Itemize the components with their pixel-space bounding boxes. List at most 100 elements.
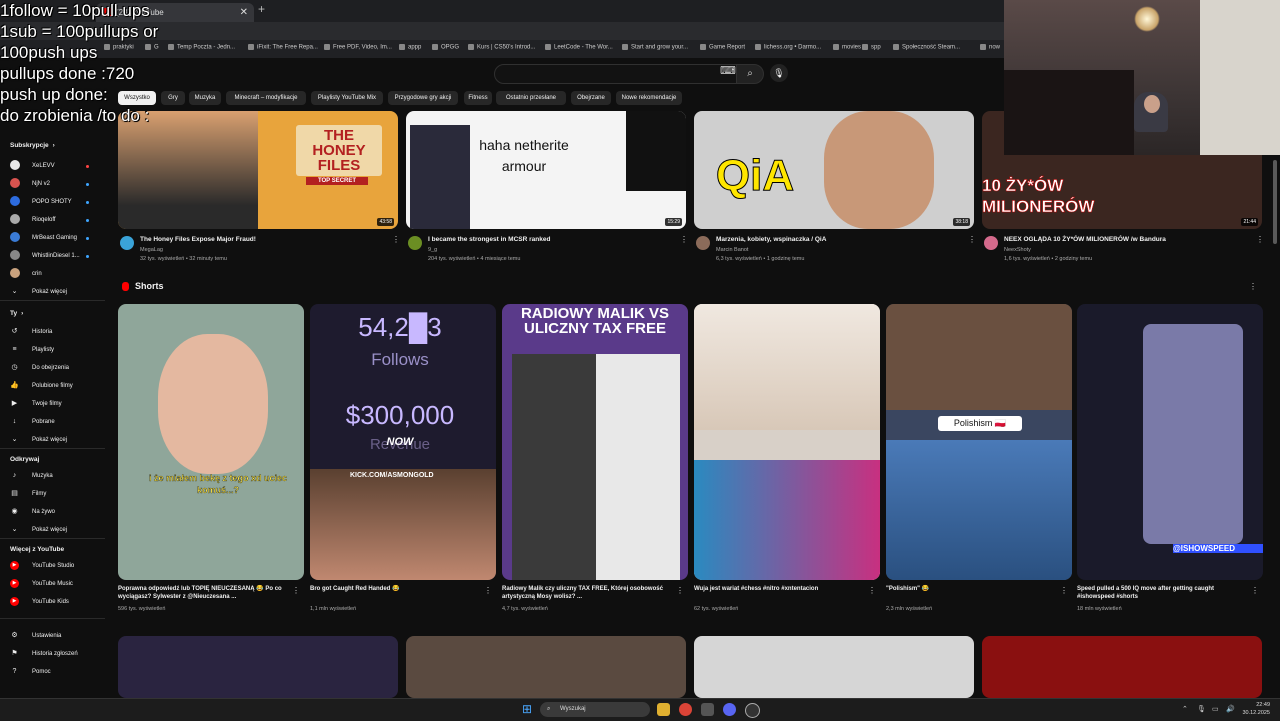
taskbar-search[interactable]: ⌕ Wyszukaj <box>540 702 650 717</box>
chip-9[interactable]: Nowe rekomendacje <box>616 91 682 105</box>
bookmark-item[interactable]: movies <box>833 44 861 51</box>
sidebar-subscription[interactable]: NjN v2 <box>10 178 89 190</box>
show-more-subs[interactable]: ⌄ Pokaż więcej <box>10 286 67 298</box>
short-thumbnail[interactable]: Polishism 🇵🇱 <box>886 304 1072 580</box>
chip-4[interactable]: Playlisty YouTube Mix <box>311 91 383 105</box>
video-title[interactable]: Marzenia, kobiety, wspinaczka / QiA <box>716 236 826 243</box>
short-title[interactable]: Bro got Caught Red Handed 😂 <box>310 585 478 593</box>
sidebar-item-help[interactable]: ? Pomoc <box>10 666 51 678</box>
channel-name[interactable]: 9_g <box>428 247 437 253</box>
close-tab-icon[interactable]: ✕ <box>240 3 248 22</box>
channel-name[interactable]: Marcin Banot <box>716 247 748 253</box>
video-thumbnail[interactable] <box>982 636 1262 698</box>
sidebar-subscription[interactable]: XeLEVV <box>10 160 89 172</box>
subscriptions-header[interactable]: Subskrypcje › <box>10 142 55 149</box>
sidebar-item-film[interactable]: ▤ Filmy <box>10 488 46 500</box>
video-title[interactable]: The Honey Files Expose Major Fraud! <box>140 236 256 243</box>
chrome-icon[interactable] <box>679 703 692 716</box>
short-menu-icon[interactable]: ⋮ <box>676 586 684 595</box>
short-thumbnail[interactable] <box>694 304 880 580</box>
chip-5[interactable]: Przygodowe gry akcji <box>388 91 458 105</box>
channel-name[interactable]: MegaLag <box>140 247 163 253</box>
bookmark-item[interactable]: Start and grow your... <box>622 44 688 51</box>
channel-name[interactable]: NeexShoty <box>1004 247 1031 253</box>
microphone-tray-icon[interactable]: 🎙 <box>1197 705 1206 713</box>
sidebar-subscription[interactable]: MrBeast Gaming <box>10 232 89 244</box>
chip-8[interactable]: Obejrzane <box>571 91 611 105</box>
chip-6[interactable]: Fitness <box>464 91 492 105</box>
microphone-icon[interactable]: 🎙 <box>770 64 788 82</box>
channel-avatar[interactable] <box>696 236 710 250</box>
sidebar-item-gear[interactable]: ⚙ Ustawienia <box>10 630 61 642</box>
short-menu-icon[interactable]: ⋮ <box>1060 586 1068 595</box>
chip-1[interactable]: Gry <box>161 91 185 105</box>
battery-icon[interactable]: ▭ <box>1212 705 1219 713</box>
sidebar-subscription[interactable]: POPO SHOTY <box>10 196 89 208</box>
shorts-menu-icon[interactable]: ⋮ <box>1249 282 1257 291</box>
video-thumbnail[interactable]: haha netherite armour 15:29 <box>406 111 686 229</box>
volume-icon[interactable]: 🔊 <box>1226 705 1235 713</box>
short-menu-icon[interactable]: ⋮ <box>868 586 876 595</box>
short-title[interactable]: Poprawna odpowiedź lub TOPIĘ NIEUCZESANĄ… <box>118 585 286 601</box>
bookmark-item[interactable]: appp <box>399 44 421 51</box>
bookmark-item[interactable]: spp <box>862 44 881 51</box>
bookmark-item[interactable]: Temp Poczta - Jedn... <box>168 44 235 51</box>
short-menu-icon[interactable]: ⋮ <box>292 586 300 595</box>
video-thumbnail[interactable] <box>406 636 686 698</box>
video-menu-icon[interactable]: ⋮ <box>392 235 400 244</box>
bookmark-item[interactable]: Kurs | CS50's Introd... <box>468 44 535 51</box>
sidebar-item-history[interactable]: ↺ Historia <box>10 326 53 338</box>
short-menu-icon[interactable]: ⋮ <box>1251 586 1259 595</box>
short-thumbnail[interactable]: i że miałem bekę z tego xd uciec komuś..… <box>118 304 304 580</box>
video-title[interactable]: NEEX OGLĄDA 10 ŻY*ÓW MILIONERÓW /w Bandu… <box>1004 236 1166 243</box>
short-thumbnail[interactable]: RADIOWY MALIK VS ULICZNY TAX FREE <box>502 304 688 580</box>
sidebar-subscription[interactable]: Rioqeloff <box>10 214 89 226</box>
channel-avatar[interactable] <box>120 236 134 250</box>
chip-3[interactable]: Minecraft – modyfikacje <box>226 91 306 105</box>
sidebar-item-yt-app[interactable]: ▶ YouTube Studio <box>10 560 74 572</box>
video-thumbnail[interactable]: THE HONEY FILES TOP SECRET 43:58 <box>118 111 398 229</box>
chip-2[interactable]: Muzyka <box>189 91 221 105</box>
sidebar-item-clock[interactable]: ◷ Do obejrzenia <box>10 362 69 374</box>
search-button[interactable]: ⌕ <box>736 64 764 84</box>
sidebar-item-yt-app[interactable]: ▶ YouTube Kids <box>10 596 69 608</box>
short-menu-icon[interactable]: ⋮ <box>484 586 492 595</box>
video-thumbnail[interactable] <box>694 636 974 698</box>
bookmark-item[interactable]: LeetCode - The Wor... <box>545 44 613 51</box>
video-menu-icon[interactable]: ⋮ <box>680 235 688 244</box>
sidebar-subscription[interactable]: crin <box>10 268 42 280</box>
channel-avatar[interactable] <box>984 236 998 250</box>
sidebar-item-video[interactable]: ▶ Twoje filmy <box>10 398 62 410</box>
sidebar-item-download[interactable]: ↓ Pobrane <box>10 416 55 428</box>
sidebar-subscription[interactable]: WhistlinDiesel 1... <box>10 250 89 262</box>
sidebar-item-live[interactable]: ◉ Na żywo <box>10 506 55 518</box>
clock[interactable]: 22:49 30.12.2025 <box>1242 701 1270 717</box>
scrollbar-thumb[interactable] <box>1273 160 1277 244</box>
short-thumbnail[interactable]: 54,2█3 Follows $300,000 Revenue NOW KICK.COM/… <box>310 304 496 580</box>
video-thumbnail[interactable] <box>118 636 398 698</box>
new-tab-button[interactable]: + <box>258 2 265 16</box>
chip-7[interactable]: Ostatnio przesłane <box>496 91 566 105</box>
short-thumbnail[interactable]: @ISHOWSPEED <box>1077 304 1263 580</box>
sidebar-item-playlist[interactable]: ≡ Playlisty <box>10 344 54 356</box>
windows-start-icon[interactable]: ⊞ <box>522 702 532 716</box>
you-header[interactable]: Ty › <box>10 310 23 317</box>
sidebar-item-flag[interactable]: ⚑ Historia zgłoszeń <box>10 648 77 660</box>
show-more-you[interactable]: ⌄ Pokaż więcej <box>10 434 67 446</box>
discord-icon[interactable] <box>723 703 736 716</box>
sidebar-item-music[interactable]: ♪ Muzyka <box>10 470 53 482</box>
short-title[interactable]: Radiowy Malik czy uliczny TAX FREE, Któr… <box>502 585 670 601</box>
bookmark-item[interactable]: now <box>980 44 1000 51</box>
channel-avatar[interactable] <box>408 236 422 250</box>
bookmark-item[interactable]: Społeczność Steam... <box>893 44 960 51</box>
file-explorer-icon[interactable] <box>657 703 670 716</box>
app-icon[interactable] <box>701 703 714 716</box>
obs-icon[interactable] <box>745 703 760 718</box>
bookmark-item[interactable]: lichess.org • Darmo... <box>755 44 821 51</box>
bookmark-item[interactable]: OPGG <box>432 44 459 51</box>
sidebar-item-like[interactable]: 👍 Polubione filmy <box>10 380 73 392</box>
bookmark-item[interactable]: Game Report <box>700 44 745 51</box>
search-input[interactable] <box>494 64 738 84</box>
short-title[interactable]: "Polishism" 😂 <box>886 585 1054 593</box>
show-more-explore[interactable]: ⌄ Pokaż więcej <box>10 524 67 536</box>
